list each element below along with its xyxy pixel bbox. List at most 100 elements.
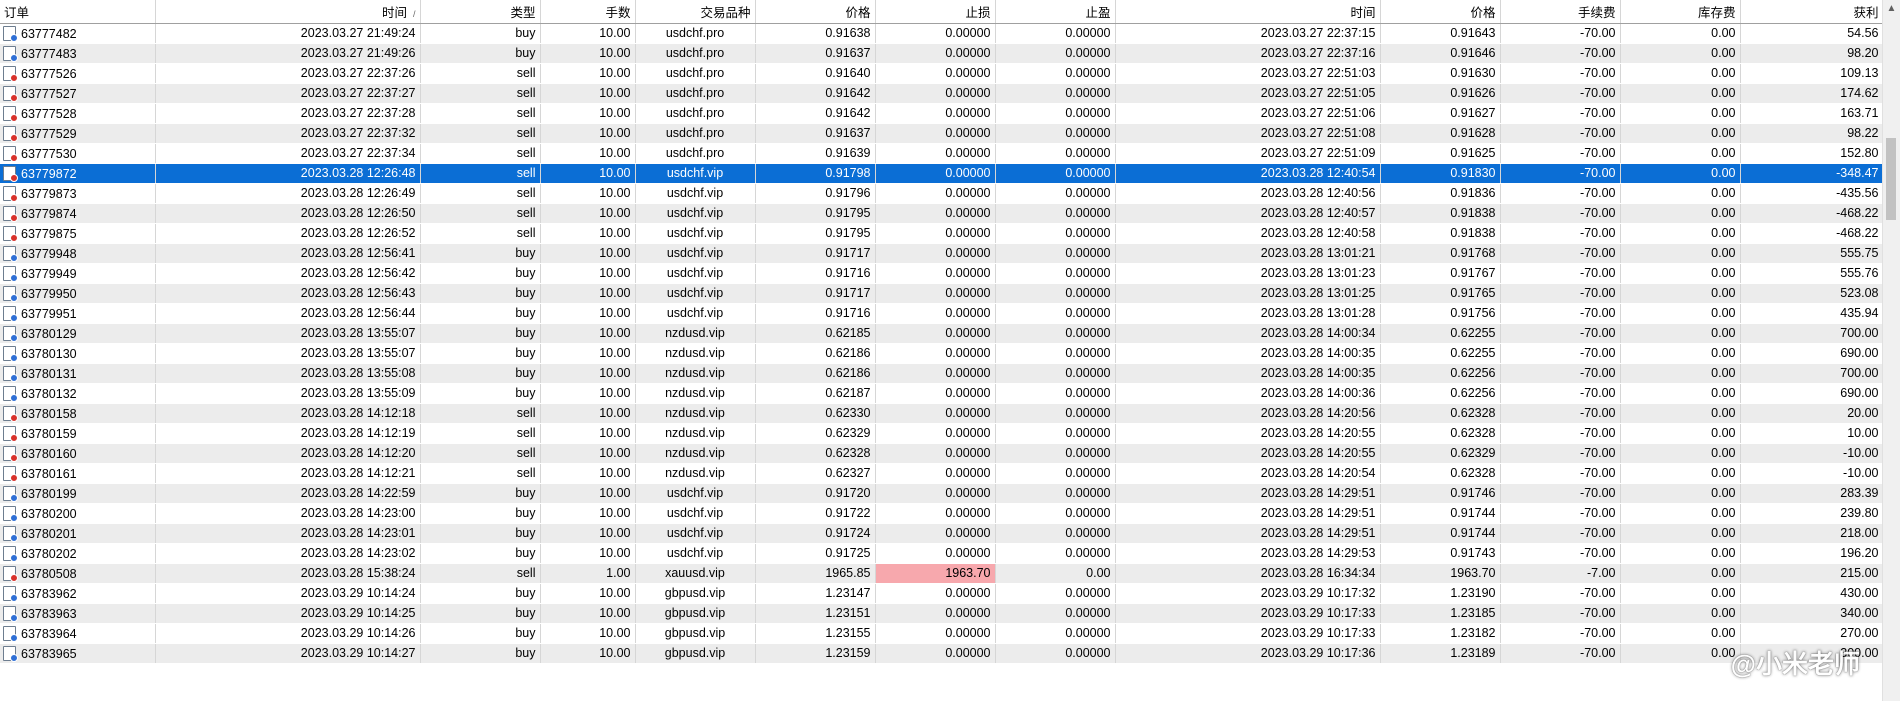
cell-text: buy <box>515 366 536 380</box>
table-row[interactable]: 63780158 2023.03.28 14:12:18 sell 10.00 nzdu… <box>0 403 1883 424</box>
cell-open-price: 0.91725 <box>755 543 876 564</box>
sell-order-icon <box>3 445 18 462</box>
cell-order: 63779873 <box>0 183 156 204</box>
table-row[interactable]: 63780508 2023.03.28 15:38:24 sell 1.00 xauus… <box>0 563 1883 584</box>
cell-commission: -70.00 <box>1500 323 1621 344</box>
col-header-close-price[interactable]: 价格 <box>1380 0 1501 24</box>
table-row[interactable]: 63779950 2023.03.28 12:56:43 buy 10.00 usdch… <box>0 283 1883 304</box>
table-row[interactable]: 63783965 2023.03.29 10:14:27 buy 10.00 gbpus… <box>0 643 1883 664</box>
table-row[interactable]: 63777482 2023.03.27 21:49:24 buy 10.00 usdch… <box>0 23 1883 44</box>
cell-text: 0.91639 <box>825 146 871 160</box>
table-row[interactable]: 63780129 2023.03.28 13:55:07 buy 10.00 nzdus… <box>0 323 1883 344</box>
cell-text: 63780132 <box>21 386 77 401</box>
table-row[interactable]: 63777527 2023.03.27 22:37:27 sell 10.00 usdc… <box>0 83 1883 104</box>
table-row[interactable]: 63780161 2023.03.28 14:12:21 sell 10.00 nzdu… <box>0 463 1883 484</box>
col-header-open-time[interactable]: 时间 / <box>155 0 421 24</box>
cell-commission: -70.00 <box>1500 483 1621 504</box>
cell-text: 0.91796 <box>825 186 871 200</box>
cell-text: -70.00 <box>1580 86 1616 100</box>
table-row[interactable]: 63777526 2023.03.27 22:37:26 sell 10.00 usdc… <box>0 63 1883 84</box>
cell-type: sell <box>420 123 541 144</box>
cell-type: sell <box>420 163 541 184</box>
cell-volume: 10.00 <box>540 503 636 524</box>
cell-close-time: 2023.03.28 14:29:51 <box>1115 523 1381 544</box>
cell-text: buy <box>515 526 536 540</box>
col-header-symbol[interactable]: 交易品种 <box>635 0 756 24</box>
table-row[interactable]: 63777530 2023.03.27 22:37:34 sell 10.00 usdc… <box>0 143 1883 164</box>
col-header-close-time[interactable]: 时间 <box>1115 0 1381 24</box>
vertical-scrollbar[interactable]: ▲ <box>1882 0 1900 701</box>
cell-swap: 0.00 <box>1620 183 1741 204</box>
table-row[interactable]: 63777483 2023.03.27 21:49:26 buy 10.00 usdch… <box>0 43 1883 64</box>
scroll-up-icon[interactable]: ▲ <box>1883 0 1900 17</box>
table-row[interactable]: 63779872 2023.03.28 12:26:48 sell 10.00 usdc… <box>0 163 1883 184</box>
cell-text: 2023.03.27 22:37:27 <box>300 86 416 100</box>
table-row[interactable]: 63783962 2023.03.29 10:14:24 buy 10.00 gbpus… <box>0 583 1883 604</box>
cell-commission: -70.00 <box>1500 623 1621 644</box>
table-row[interactable]: 63783964 2023.03.29 10:14:26 buy 10.00 gbpus… <box>0 623 1883 644</box>
col-header-open-price[interactable]: 价格 <box>755 0 876 24</box>
table-row[interactable]: 63779951 2023.03.28 12:56:44 buy 10.00 usdch… <box>0 303 1883 324</box>
cell-text: 63780158 <box>21 406 77 421</box>
cell-text: 2023.03.27 22:37:34 <box>300 146 416 160</box>
cell-text: usdchf.vip <box>666 206 724 220</box>
cell-swap: 0.00 <box>1620 343 1741 364</box>
col-header-take-profit[interactable]: 止盈 <box>995 0 1116 24</box>
cell-text: 0.00 <box>1711 586 1736 600</box>
cell-swap: 0.00 <box>1620 383 1741 404</box>
cell-symbol: nzdusd.vip <box>635 443 756 464</box>
table-row[interactable]: 63779875 2023.03.28 12:26:52 sell 10.00 usdc… <box>0 223 1883 244</box>
cell-text: 0.91838 <box>1450 206 1496 220</box>
cell-profit: 700.00 <box>1740 363 1883 384</box>
cell-profit: 54.56 <box>1740 23 1883 44</box>
cell-profit: 218.00 <box>1740 523 1883 544</box>
cell-text: sell <box>516 446 536 460</box>
cell-text: 2023.03.27 21:49:24 <box>300 26 416 40</box>
cell-take-profit: 0.00000 <box>995 143 1116 164</box>
cell-text: 0.00000 <box>1065 646 1111 660</box>
table-row[interactable]: 63780132 2023.03.28 13:55:09 buy 10.00 nzdus… <box>0 383 1883 404</box>
table-row[interactable]: 63780160 2023.03.28 14:12:20 sell 10.00 nzdu… <box>0 443 1883 464</box>
table-row[interactable]: 63780200 2023.03.28 14:23:00 buy 10.00 usdch… <box>0 503 1883 524</box>
cell-symbol: usdchf.vip <box>635 203 756 224</box>
table-row[interactable]: 63779873 2023.03.28 12:26:49 sell 10.00 usdc… <box>0 183 1883 204</box>
cell-text: 63780201 <box>21 526 77 541</box>
cell-text: 63777527 <box>21 86 77 101</box>
cell-close-price: 0.62328 <box>1380 463 1501 484</box>
col-header-commission[interactable]: 手续费 <box>1500 0 1621 24</box>
cell-stop-loss: 0.00000 <box>875 283 996 304</box>
cell-volume: 10.00 <box>540 423 636 444</box>
cell-profit: 163.71 <box>1740 103 1883 124</box>
cell-text: 2023.03.27 22:37:26 <box>300 66 416 80</box>
scrollbar-thumb[interactable] <box>1886 138 1896 220</box>
table-row[interactable]: 63780199 2023.03.28 14:22:59 buy 10.00 usdch… <box>0 483 1883 504</box>
table-row[interactable]: 63780202 2023.03.28 14:23:02 buy 10.00 usdch… <box>0 543 1883 564</box>
table-row[interactable]: 63779874 2023.03.28 12:26:50 sell 10.00 usdc… <box>0 203 1883 224</box>
cell-take-profit: 0.00000 <box>995 503 1116 524</box>
col-header-swap[interactable]: 库存费 <box>1620 0 1741 24</box>
table-row[interactable]: 63783963 2023.03.29 10:14:25 buy 10.00 gbpus… <box>0 603 1883 624</box>
cell-take-profit: 0.00000 <box>995 583 1116 604</box>
col-header-volume[interactable]: 手数 <box>540 0 636 24</box>
cell-profit: 109.13 <box>1740 63 1883 84</box>
table-row[interactable]: 63780131 2023.03.28 13:55:08 buy 10.00 nzdus… <box>0 363 1883 384</box>
cell-stop-loss: 0.00000 <box>875 323 996 344</box>
cell-text: 0.62255 <box>1450 346 1496 360</box>
table-row[interactable]: 63779948 2023.03.28 12:56:41 buy 10.00 usdch… <box>0 243 1883 264</box>
table-row[interactable]: 63777528 2023.03.27 22:37:28 sell 10.00 usdc… <box>0 103 1883 124</box>
table-row[interactable]: 63780159 2023.03.28 14:12:19 sell 10.00 nzdu… <box>0 423 1883 444</box>
cell-swap: 0.00 <box>1620 543 1741 564</box>
cell-text: 215.00 <box>1840 566 1879 580</box>
col-header-type[interactable]: 类型 <box>420 0 541 24</box>
cell-text: buy <box>515 266 536 280</box>
table-row[interactable]: 63779949 2023.03.28 12:56:42 buy 10.00 usdch… <box>0 263 1883 284</box>
table-row[interactable]: 63777529 2023.03.27 22:37:32 sell 10.00 usdc… <box>0 123 1883 144</box>
col-header-stop-loss[interactable]: 止损 <box>875 0 996 24</box>
cell-stop-loss: 0.00000 <box>875 203 996 224</box>
table-row[interactable]: 63780130 2023.03.28 13:55:07 buy 10.00 nzdus… <box>0 343 1883 364</box>
col-header-profit[interactable]: 获利 <box>1740 0 1883 24</box>
col-header-order[interactable]: 订单 <box>0 0 156 24</box>
cell-open-time: 2023.03.27 22:37:32 <box>155 123 421 144</box>
table-row[interactable]: 63780201 2023.03.28 14:23:01 buy 10.00 usdch… <box>0 523 1883 544</box>
cell-open-time: 2023.03.29 10:14:26 <box>155 623 421 644</box>
